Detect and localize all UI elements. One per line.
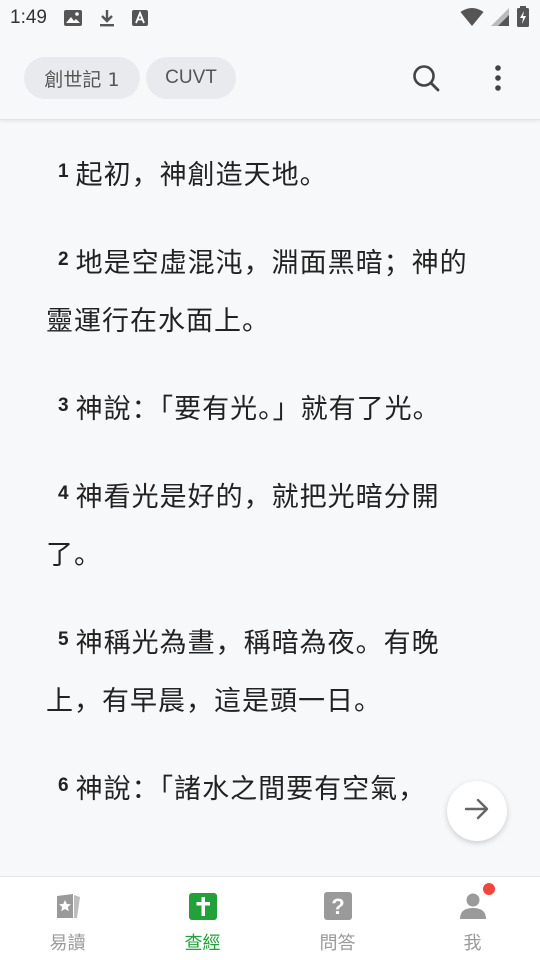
verse-text: 神看光是好的，就把光暗分開了。 <box>46 482 440 571</box>
next-chapter-button[interactable] <box>447 781 507 841</box>
verse[interactable]: 1 起初，神創造天地。 <box>46 147 494 205</box>
battery-icon <box>516 6 530 34</box>
font-icon <box>131 9 149 27</box>
question-icon: ? <box>323 891 353 925</box>
bottom-nav: 易讀 查經 ? 問答 我 <box>0 876 540 960</box>
status-time: 1:49 <box>10 7 47 28</box>
star-book-icon <box>53 891 83 925</box>
status-right <box>460 6 530 34</box>
scripture-reader[interactable]: 1 起初，神創造天地。 2 地是空虛混沌，淵面黑暗；神的靈運行在水面上。 3 神說：「… <box>0 121 540 875</box>
nav-label: 問答 <box>319 933 356 954</box>
svg-text:?: ? <box>331 894 344 919</box>
nav-label: 易讀 <box>49 933 86 954</box>
verse[interactable]: 3 神說：「要有光。」就有了光。 <box>46 381 494 439</box>
verse-number: 3 <box>58 395 70 416</box>
app-bar: 創世記 1 CUVT <box>0 36 540 120</box>
nav-item-easy-read[interactable]: 易讀 <box>0 877 135 960</box>
notification-badge <box>483 883 495 895</box>
verse-number: 5 <box>58 629 70 650</box>
arrow-right-icon <box>464 798 490 824</box>
version-chip[interactable]: CUVT <box>146 57 236 99</box>
verse[interactable]: 5 神稱光為晝，稱暗為夜。有晚上，有早晨，這是頭一日。 <box>46 615 494 731</box>
signal-icon <box>490 7 510 33</box>
status-bar: 1:49 <box>0 0 540 36</box>
verse[interactable]: 6 神說：「諸水之間要有空氣， <box>46 761 494 819</box>
verse-text: 地是空虛混沌，淵面黑暗；神的靈運行在水面上。 <box>46 248 468 337</box>
verse-text: 神說：「諸水之間要有空氣， <box>75 774 427 805</box>
verse-text: 起初，神創造天地。 <box>75 160 328 191</box>
nav-label: 查經 <box>184 933 221 954</box>
verse-number: 2 <box>58 249 70 270</box>
nav-label: 我 <box>463 933 482 954</box>
verse-number: 1 <box>58 161 70 182</box>
nav-item-qa[interactable]: ? 問答 <box>270 877 405 960</box>
more-vert-icon[interactable] <box>478 58 518 98</box>
verse[interactable]: 4 神看光是好的，就把光暗分開了。 <box>46 469 494 585</box>
verse-number: 4 <box>58 483 70 504</box>
verse-text: 神稱光為晝，稱暗為夜。有晚上，有早晨，這是頭一日。 <box>46 628 440 717</box>
book-chapter-chip[interactable]: 創世記 1 <box>24 57 140 99</box>
download-icon <box>97 8 117 28</box>
nav-item-me[interactable]: 我 <box>405 877 540 960</box>
bible-cross-icon <box>188 891 218 925</box>
image-icon <box>63 8 83 28</box>
verse[interactable]: 2 地是空虛混沌，淵面黑暗；神的靈運行在水面上。 <box>46 235 494 351</box>
verse-number: 6 <box>58 775 70 796</box>
verse-text: 神說：「要有光。」就有了光。 <box>75 394 441 425</box>
wifi-icon <box>460 7 484 33</box>
person-icon <box>458 891 488 925</box>
search-icon[interactable] <box>406 58 446 98</box>
nav-item-bible-study[interactable]: 查經 <box>135 877 270 960</box>
